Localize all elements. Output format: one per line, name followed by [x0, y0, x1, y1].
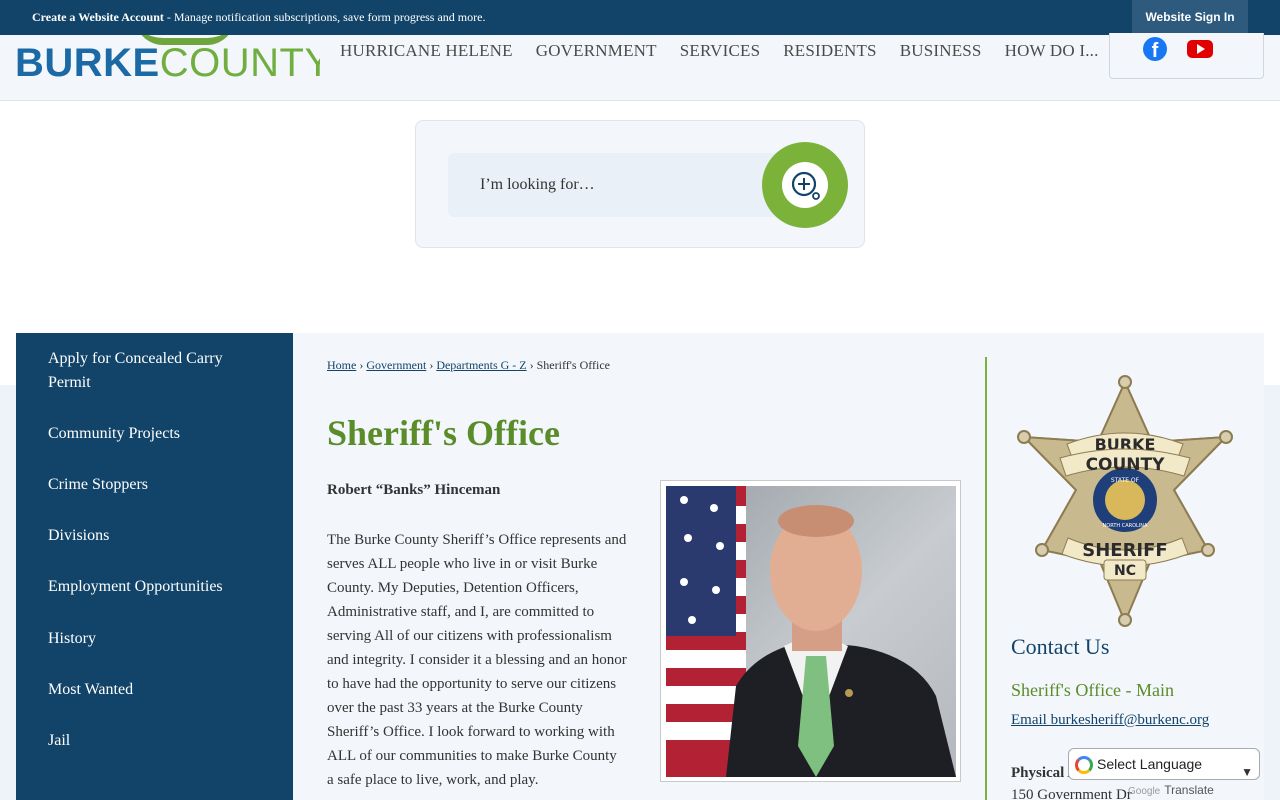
badge-state-text: NC: [1114, 563, 1136, 579]
breadcrumb-home[interactable]: Home: [327, 358, 356, 372]
sheriff-message: The Burke County Sheriff’s Office repres…: [327, 532, 627, 788]
search-input[interactable]: I’m looking for…: [448, 153, 788, 217]
google-translate-widget: Select Language ▼ Google Translate: [1068, 748, 1260, 800]
sheriff-portrait: [666, 486, 956, 777]
logo-wordmark: BURKECOUNTY: [15, 41, 320, 85]
site-header: BURKECOUNTY HURRICANE HELENE GOVERNMENT …: [0, 33, 1280, 101]
burke-county-logo[interactable]: BURKECOUNTY: [15, 35, 320, 101]
page-title: Sheriff's Office: [327, 413, 560, 453]
sidebar-item-crime-stoppers[interactable]: Crime Stoppers: [48, 473, 268, 497]
breadcrumb-separator: ›: [429, 358, 434, 372]
search-icon: [791, 171, 820, 200]
badge-mid-text: COUNTY: [1086, 455, 1166, 475]
nav-services[interactable]: SERVICES: [680, 41, 761, 61]
nav-how-do-i[interactable]: HOW DO I...: [1005, 41, 1099, 61]
sidebar-item-community-projects[interactable]: Community Projects: [48, 422, 268, 446]
powered-by-translate: Google Translate: [1128, 783, 1214, 797]
search-button-inner: [782, 162, 828, 208]
sidebar-item-history[interactable]: History: [48, 627, 268, 651]
contact-email-link[interactable]: Email burkesheriff@burkenc.org: [1011, 712, 1209, 729]
nav-residents[interactable]: RESIDENTS: [783, 41, 876, 61]
account-notice-text: - Manage notification subscriptions, sav…: [163, 10, 486, 24]
sidebar-item-most-wanted[interactable]: Most Wanted: [48, 678, 268, 702]
sidebar-item-jail[interactable]: Jail: [48, 729, 268, 753]
sidebar-item-concealed-carry[interactable]: Apply for Concealed Carry Permit: [48, 347, 268, 395]
google-logo: Google: [1128, 786, 1161, 797]
breadcrumb-separator: ›: [359, 358, 364, 372]
nav-government[interactable]: GOVERNMENT: [536, 41, 657, 61]
account-notice: Create a Website Account - Manage notifi…: [32, 10, 485, 25]
sheriff-photo: [660, 480, 961, 782]
website-sign-in-button[interactable]: Website Sign In: [1132, 0, 1248, 35]
create-account-link[interactable]: Create a Website Account: [32, 10, 164, 24]
youtube-icon[interactable]: [1187, 40, 1213, 58]
search-panel: I’m looking for…: [415, 120, 865, 248]
breadcrumb-departments[interactable]: Departments G - Z: [436, 358, 526, 372]
search-button[interactable]: [762, 142, 848, 228]
badge-lower-text: SHERIFF: [1082, 540, 1167, 561]
badge-seal-bottom: NORTH CAROLINA: [1103, 523, 1149, 529]
social-links: f: [1109, 33, 1264, 79]
content-divider: [985, 357, 987, 800]
sidebar-nav: Apply for Concealed Carry Permit Communi…: [16, 333, 293, 800]
sheriff-badge-logo: STATE OF NORTH CAROLINA BURKE COUNTY SHE…: [1017, 375, 1233, 627]
facebook-icon[interactable]: f: [1143, 37, 1167, 61]
breadcrumb: Home › Government › Departments G - Z › …: [327, 358, 610, 373]
breadcrumb-separator: ›: [529, 358, 534, 372]
contact-department: Sheriff's Office - Main: [1011, 680, 1175, 700]
language-select-value: Select Language: [1097, 756, 1203, 772]
notification-bar: Create a Website Account - Manage notifi…: [0, 0, 1280, 35]
nav-business[interactable]: BUSINESS: [900, 41, 982, 61]
breadcrumb-government[interactable]: Government: [366, 358, 426, 372]
google-g-icon: [1075, 756, 1093, 774]
badge-seal-top: STATE OF: [1111, 477, 1140, 484]
breadcrumb-current: Sheriff's Office: [536, 358, 610, 372]
sheriff-name: Robert “Banks” Hinceman: [327, 482, 501, 498]
chevron-down-icon: ▼: [1241, 765, 1253, 779]
main-nav: HURRICANE HELENE GOVERNMENT SERVICES RES…: [340, 41, 1122, 61]
sidebar-item-divisions[interactable]: Divisions: [48, 524, 268, 548]
translate-label: Translate: [1164, 783, 1214, 797]
nav-hurricane-helene[interactable]: HURRICANE HELENE: [340, 41, 513, 61]
language-select[interactable]: Select Language ▼: [1068, 748, 1260, 780]
sidebar-item-employment[interactable]: Employment Opportunities: [48, 575, 268, 599]
contact-heading: Contact Us: [1011, 634, 1110, 659]
